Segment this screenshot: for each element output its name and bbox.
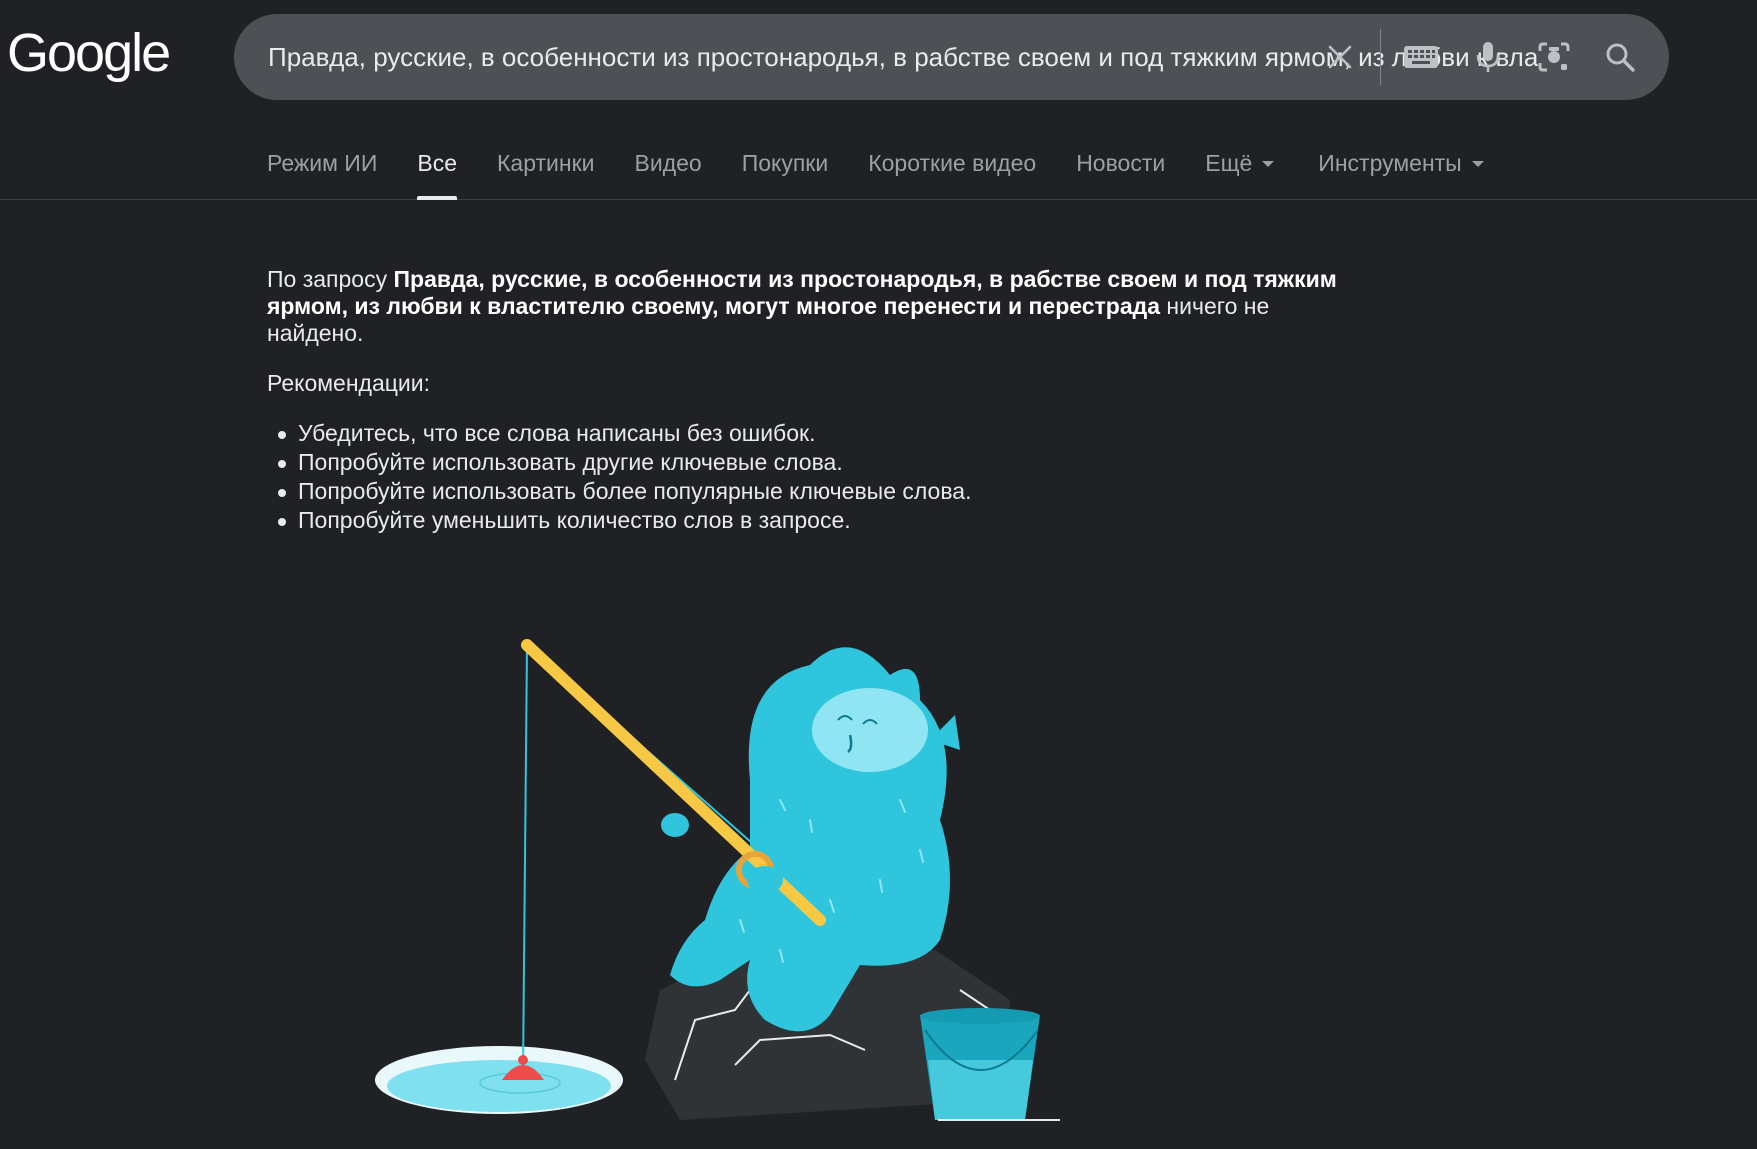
tab-shopping[interactable]: Покупки [742,144,829,200]
fishing-creature-illustration [375,639,1060,1121]
search-icon[interactable] [1598,35,1642,79]
keyboard-icon[interactable] [1399,35,1443,79]
no-results-message: По запросу Правда, русские, в особенност… [267,266,1337,346]
recommendations-title: Рекомендации: [267,370,431,396]
tab-ai-mode[interactable]: Режим ИИ [267,144,377,200]
tab-images[interactable]: Картинки [497,144,594,200]
list-item: Попробуйте уменьшить количество слов в з… [267,506,1367,535]
creature-face [812,688,928,772]
list-item: Попробуйте использовать более популярные… [267,477,1367,506]
list-item: Убедитесь, что все слова написаны без ош… [267,419,1367,448]
microphone-icon[interactable] [1466,35,1510,79]
tab-all[interactable]: Все [417,144,457,200]
close-icon[interactable] [1318,35,1362,79]
search-tabs: Режим ИИ Все Картинки Видео Покупки Коро… [267,144,1524,200]
search-divider [1380,29,1381,85]
header: Google Правда, русские, в особенности из… [0,0,1757,200]
tab-videos[interactable]: Видео [635,144,702,200]
search-box[interactable]: Правда, русские, в особенности из просто… [234,14,1669,100]
tab-short-videos[interactable]: Короткие видео [868,144,1036,200]
camera-lens-icon[interactable] [1532,35,1576,79]
chevron-down-icon [1471,161,1484,167]
chevron-down-icon [1262,161,1275,167]
tab-tools[interactable]: Инструменты [1318,144,1484,200]
google-logo[interactable]: Google [7,22,171,84]
tab-news[interactable]: Новости [1076,144,1165,200]
list-item: Попробуйте использовать другие ключевые … [267,448,1367,477]
no-results-panel: По запросу Правда, русские, в особенност… [267,266,1367,535]
recommendations-list: Убедитесь, что все слова написаны без ош… [267,419,1367,535]
tab-more[interactable]: Ещё [1205,144,1275,200]
